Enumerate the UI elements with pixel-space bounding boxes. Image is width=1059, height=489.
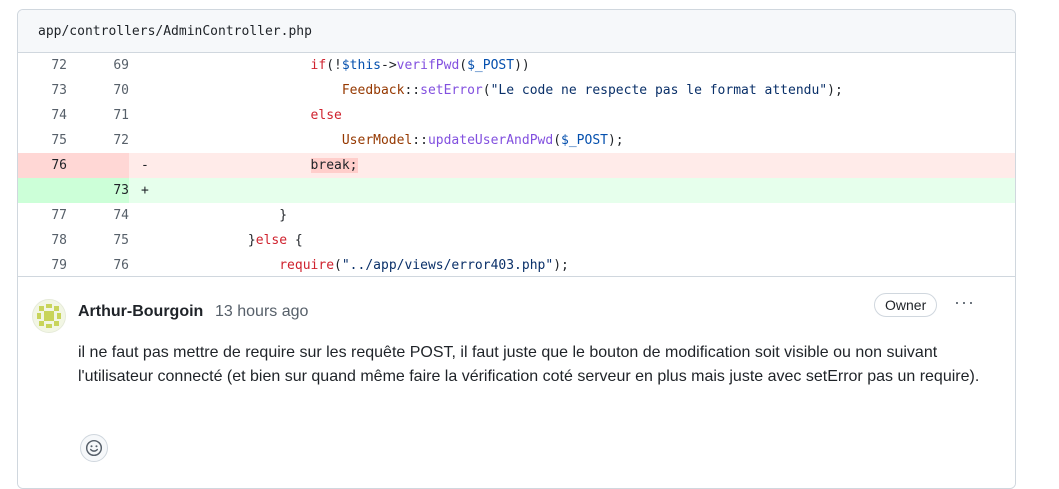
diff-marker [141,53,154,78]
code-line: Feedback::setError("Le code ne respecte … [341,83,843,98]
diff-row-added: 73 + [18,178,1015,203]
code-line: if(!$this->verifPwd($_POST)) [310,58,530,73]
diff-marker [141,128,154,153]
owner-badge: Owner [874,293,938,317]
diff-marker [141,103,154,128]
old-line-number[interactable]: 79 [18,253,67,278]
diff-row: 77 74 } [18,203,1015,228]
identicon-avatar-image [33,300,65,332]
old-line-number[interactable] [18,178,67,203]
code-line: }else { [247,233,303,248]
file-path-header[interactable]: app/controllers/AdminController.php [18,10,1015,53]
diff-row: 73 70 Feedback::setError("Le code ne res… [18,78,1015,103]
diff-marker [141,203,154,228]
diff-marker [141,253,154,278]
diff-row: 79 76 require("../app/views/error403.php… [18,253,1015,278]
diff-marker [141,78,154,103]
comment-timestamp[interactable]: 13 hours ago [215,303,308,321]
diff-row: 72 69 if(!$this->verifPwd($_POST)) [18,53,1015,78]
old-line-number[interactable]: 78 [18,228,67,253]
review-comment-thread: Arthur-Bourgoin 13 hours ago il ne faut … [18,276,1015,488]
old-line-number[interactable]: 76 [18,153,67,178]
diff-row: 78 75 }else { [18,228,1015,253]
diff-row-deleted: 76 - break; [18,153,1015,178]
new-line-number[interactable]: 70 [67,78,129,103]
old-line-number[interactable]: 77 [18,203,67,228]
new-line-number[interactable] [67,153,129,178]
diff-row: 74 71 else [18,103,1015,128]
old-line-number[interactable]: 72 [18,53,67,78]
new-line-number[interactable]: 71 [67,103,129,128]
comment-author[interactable]: Arthur-Bourgoin [78,303,203,321]
diff-panel: app/controllers/AdminController.php 72 6… [17,9,1016,489]
new-line-number[interactable]: 74 [67,203,129,228]
add-reaction-button[interactable] [80,434,108,462]
code-line: require("../app/views/error403.php"); [279,258,569,273]
code-line: else [310,108,342,123]
code-line: break; [154,153,1015,178]
diff-marker [141,228,154,253]
old-line-number[interactable]: 74 [18,103,67,128]
code-line: UserModel::updateUserAndPwd($_POST); [341,133,624,148]
new-line-number[interactable]: 69 [67,53,129,78]
old-line-number[interactable]: 75 [18,128,67,153]
comment-options-menu[interactable]: ··· [954,293,975,311]
code-line: } [279,208,288,223]
new-line-number[interactable]: 73 [67,178,129,203]
old-line-number[interactable]: 73 [18,78,67,103]
file-path[interactable]: app/controllers/AdminController.php [38,24,312,39]
identicon-avatar[interactable] [32,299,66,333]
diff-row: 75 72 UserModel::updateUserAndPwd($_POST… [18,128,1015,153]
new-line-number[interactable]: 76 [67,253,129,278]
new-line-number[interactable]: 75 [67,228,129,253]
comment-body: il ne faut pas mettre de require sur les… [78,344,980,385]
diff-table: 72 69 if(!$this->verifPwd($_POST)) 73 70… [18,53,1015,278]
smiley-icon [85,439,103,457]
diff-marker-plus: + [141,183,149,198]
deleted-token: break; [310,158,358,173]
new-line-number[interactable]: 72 [67,128,129,153]
diff-marker-minus: - [141,158,149,173]
